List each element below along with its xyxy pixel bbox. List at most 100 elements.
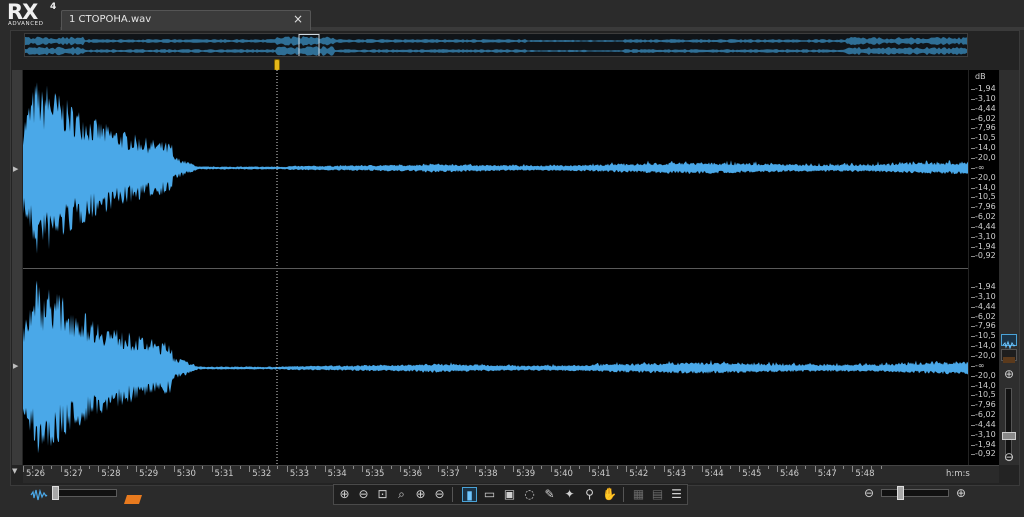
db-label: -6,02: [975, 113, 996, 123]
waveform-opacity-icon[interactable]: [30, 486, 48, 501]
channel-divider: [23, 268, 968, 269]
zoom-in-icon[interactable]: ⊕: [337, 487, 352, 502]
db-scale: dB -1,94 -3,10 -4,44 -6,02 -7,96 -10,5 -14,0 -2…: [969, 70, 999, 465]
time-minor-tick: [352, 466, 354, 469]
db-label: -∞: [975, 360, 985, 370]
db-label: -20,0: [975, 370, 996, 380]
file-tab[interactable]: 1 СТОРОНА.wav ×: [61, 10, 311, 30]
overview-right-channel: [25, 46, 967, 56]
time-tick: [173, 466, 175, 472]
db-label: -10,5: [975, 390, 996, 400]
channel-1-arrow-icon[interactable]: ▶: [13, 165, 18, 173]
blend-slider-thumb[interactable]: [52, 486, 59, 500]
db-label: -4,44: [975, 221, 996, 231]
vertical-zoom-in-icon[interactable]: ⊕: [1002, 367, 1016, 381]
db-label: -14,0: [975, 143, 996, 153]
db-label: -14,0: [975, 341, 996, 351]
lasso-icon[interactable]: ◌: [522, 487, 537, 502]
logo-edition: ADVANCED: [8, 21, 44, 27]
zoom-out-icon[interactable]: ⊖: [356, 487, 371, 502]
close-tab-icon[interactable]: ×: [293, 12, 303, 26]
time-label: 5:40: [553, 469, 573, 479]
timeline-ruler[interactable]: 5:26 5:27 5:28 5:29 5:30 5:31 5:32 5:33 5:34 5:35…: [23, 465, 999, 483]
db-label: -7,96: [975, 321, 996, 331]
time-label: 5:44: [704, 469, 724, 479]
channel-2-arrow-icon[interactable]: ▶: [13, 362, 18, 370]
time-label: 5:43: [666, 469, 686, 479]
zoom-in-vertical-icon[interactable]: ⊕: [413, 487, 428, 502]
time-minor-tick: [277, 466, 279, 469]
zoom-fit-icon[interactable]: ⊡: [375, 487, 390, 502]
vertical-tools: ⊕ ⊖: [999, 70, 1019, 465]
db-label: -10,5: [975, 192, 996, 202]
db-label: -10,5: [975, 331, 996, 341]
db-label: -14,0: [975, 380, 996, 390]
find-similar-icon[interactable]: ⚲: [582, 487, 597, 502]
waveform-spectrogram-blend-slider[interactable]: [53, 489, 117, 497]
time-minor-tick: [164, 466, 166, 469]
time-label: 5:39: [516, 469, 536, 479]
spectral-grid-icon[interactable]: ▦: [631, 487, 646, 502]
zoom-selection-icon[interactable]: ⌕: [394, 487, 409, 502]
time-tick: [249, 466, 251, 472]
time-label: 5:29: [139, 469, 159, 479]
vertical-zoom-out-icon[interactable]: ⊖: [1002, 450, 1016, 464]
instant-process-icon[interactable]: ☰: [669, 487, 684, 502]
time-tick: [400, 466, 401, 472]
waveform-view-button[interactable]: [1001, 334, 1017, 350]
time-selection-icon[interactable]: ▮: [462, 487, 477, 502]
time-minor-tick: [616, 466, 618, 469]
horizontal-zoom-in-icon[interactable]: ⊕: [954, 486, 968, 500]
time-label: 5:45: [742, 469, 762, 479]
hand-icon[interactable]: ✋: [602, 487, 617, 502]
horizontal-zoom-thumb[interactable]: [897, 486, 904, 500]
time-tick: [136, 466, 138, 472]
time-tick: [701, 466, 703, 472]
time-label: 5:30: [176, 469, 196, 479]
db-label: -6,02: [975, 410, 996, 420]
file-tab-label: 1 СТОРОНА.wav: [69, 14, 152, 25]
time-minor-tick: [88, 466, 90, 469]
spectrogram-view-button[interactable]: [1001, 349, 1017, 363]
horizontal-zoom-out-icon[interactable]: ⊖: [862, 486, 876, 500]
time-tick: [211, 466, 213, 472]
brush-icon[interactable]: ✎: [542, 487, 557, 502]
time-label: 5:41: [591, 469, 611, 479]
harmonic-icon[interactable]: ▤: [650, 487, 665, 502]
time-tick: [852, 466, 854, 472]
db-label: -10,5: [975, 133, 996, 143]
db-label: -6,02: [975, 311, 996, 321]
time-minor-tick: [880, 466, 882, 469]
spectrogram-opacity-icon[interactable]: [124, 489, 142, 504]
zoom-out-vertical-icon[interactable]: ⊖: [432, 487, 447, 502]
db-label: -7,96: [975, 123, 996, 133]
left-channel-waveform: [23, 82, 968, 254]
tool-separator: [452, 487, 453, 502]
time-label: 5:35: [365, 469, 385, 479]
vertical-zoom-thumb[interactable]: [1002, 432, 1016, 440]
time-label: 5:34: [327, 469, 347, 479]
freq-selection-icon[interactable]: ▭: [482, 487, 497, 502]
db-label: -4,44: [975, 103, 996, 113]
db-label: -0,92: [975, 251, 996, 261]
tool-separator: [623, 487, 624, 502]
time-tick: [814, 466, 816, 472]
time-tick: [550, 466, 552, 472]
time-minor-tick: [805, 466, 807, 469]
time-label: 5:48: [855, 469, 875, 479]
timeline-arrow-icon[interactable]: ▼: [12, 467, 17, 475]
time-minor-tick: [541, 466, 543, 469]
time-tick: [513, 466, 515, 472]
db-label: -14,0: [975, 182, 996, 192]
time-freq-selection-icon[interactable]: ▣: [502, 487, 517, 502]
channel-strip: ▶ ▶: [12, 70, 22, 465]
db-label: -3,10: [975, 291, 996, 301]
time-minor-tick: [239, 466, 241, 469]
waveform-overview[interactable]: [24, 33, 968, 57]
logo-version: 4: [50, 2, 57, 12]
time-tick: [23, 466, 24, 472]
db-label: -1,94: [975, 241, 996, 251]
db-label: -20,0: [975, 152, 996, 162]
horizontal-zoom-slider[interactable]: [881, 489, 949, 497]
magic-wand-icon[interactable]: ✦: [562, 487, 577, 502]
